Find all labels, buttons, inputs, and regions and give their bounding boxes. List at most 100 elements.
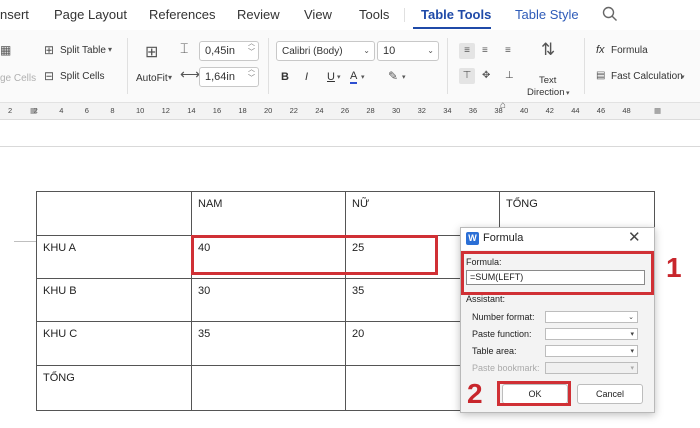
autofit-button[interactable]: AutoFit — [136, 73, 168, 84]
table-cell[interactable] — [191, 365, 346, 411]
ruler-tick-label: 36 — [468, 106, 478, 115]
step-number-1: 1 — [666, 252, 682, 283]
ruler-tick-label: 30 — [392, 106, 401, 115]
split-cells-icon: ⊟ — [44, 69, 55, 83]
menu-insert[interactable]: nsert — [0, 7, 29, 22]
table-area-label: Table area: — [472, 346, 517, 356]
dialog-titlebar[interactable]: W Formula ✕ — [461, 228, 654, 250]
table-cell[interactable]: NAM — [191, 191, 346, 236]
col-width-field[interactable]: 1,64in ︿ ﹀ — [199, 65, 259, 87]
merge-cells-icon[interactable]: ▦ — [0, 44, 11, 56]
table-cell[interactable]: 30 — [191, 278, 346, 322]
stepper-icon[interactable]: ︿ ﹀ — [248, 65, 255, 83]
align-left-icon[interactable]: ≡ — [459, 43, 475, 59]
split-cells-button[interactable]: Split Cells — [60, 71, 104, 82]
assistant-label: Assistant: — [466, 294, 506, 304]
align-top-icon[interactable]: ⊤ — [459, 68, 475, 84]
calculator-icon: ▤ — [596, 70, 606, 81]
align-bottom-icon[interactable]: ⊥ — [505, 70, 514, 82]
selected-cells-highlight — [191, 235, 438, 275]
font-name-select[interactable]: Calibri (Body) ⌄ — [276, 41, 375, 61]
ribbon-toolbar: ▦ ge Cells ⊞ Split Table ▾ ⊟ Split Cells… — [0, 30, 700, 103]
bold-button[interactable]: B — [281, 71, 289, 83]
ruler-tick-label: 14 — [187, 106, 196, 115]
table-cell[interactable]: KHU B — [36, 278, 192, 322]
tab-table-tools[interactable]: Table Tools — [421, 7, 491, 22]
page-gap — [0, 120, 700, 148]
ruler-tick-label: 6 — [84, 106, 89, 115]
group-divider — [584, 38, 585, 94]
ruler-tick-label: 46 — [596, 106, 606, 115]
chevron-down-icon: ▾ — [630, 365, 634, 372]
table-area-select[interactable]: ▾ — [545, 345, 638, 357]
number-format-label: Number format: — [472, 312, 535, 322]
chevron-down-icon: ▾ — [630, 348, 634, 355]
col-width-icon: ⟷ — [180, 66, 201, 82]
font-name-value: Calibri (Body) — [282, 46, 343, 57]
close-icon[interactable]: ✕ — [628, 230, 641, 246]
ruler-tick-label: 16 — [212, 106, 222, 115]
search-icon[interactable] — [602, 6, 618, 27]
table-cell[interactable]: KHU C — [36, 321, 192, 366]
row-height-value: 0,45in — [205, 45, 235, 57]
tab-table-style[interactable]: Table Style — [515, 7, 579, 22]
column-marker-icon[interactable]: ⌂ — [500, 100, 506, 111]
menu-view[interactable]: View — [304, 7, 332, 22]
align-middle-icon[interactable]: ✥ — [482, 70, 490, 82]
font-color-button[interactable]: A — [350, 70, 358, 84]
font-size-value: 10 — [383, 45, 396, 57]
ruler-tick-label: 4 — [59, 106, 64, 115]
ruler-tick-label: 40 — [520, 106, 529, 115]
dialog-title: Formula — [483, 232, 524, 244]
font-size-select[interactable]: 10 ⌄ — [377, 41, 439, 61]
highlighter-icon[interactable]: ✎ — [388, 70, 398, 82]
ruler-indent-marker[interactable]: ▦ — [30, 106, 37, 115]
ruler-tick-label: 22 — [289, 106, 298, 115]
table-cell[interactable]: TỔNG — [36, 365, 192, 411]
ruler-tick-label: 12 — [161, 106, 170, 115]
split-table-button[interactable]: Split Table — [60, 45, 106, 56]
align-center-icon[interactable]: ≡ — [482, 45, 488, 57]
menu-divider — [404, 8, 405, 22]
horizontal-ruler[interactable]: 2 2 4 6 8 10 12 14 16 18 20 22 24 26 28 30 32 34 36 38 40 42 4… — [0, 100, 700, 120]
chevron-down-icon: ▾ — [337, 74, 341, 81]
ruler-indent-marker[interactable]: ▦ — [654, 106, 661, 115]
formula-button[interactable]: Formula — [611, 45, 648, 56]
ruler-tick-label: 26 — [340, 106, 350, 115]
table-cell[interactable] — [36, 191, 192, 236]
ruler-tick-label: 28 — [366, 106, 375, 115]
menu-tools[interactable]: Tools — [359, 7, 389, 22]
table-cell[interactable]: 35 — [191, 321, 346, 366]
stepper-icon[interactable]: ︿ ﹀ — [248, 39, 255, 57]
underline-button[interactable]: U — [327, 71, 335, 83]
ruler-tick-label: 10 — [136, 106, 145, 115]
menu-page-layout[interactable]: Page Layout — [54, 7, 127, 22]
active-tab-indicator — [413, 27, 491, 29]
fx-icon: fx — [596, 44, 605, 56]
chevron-down-icon: ⌄ — [363, 46, 370, 55]
text-direction-label-2[interactable]: Direction — [527, 87, 565, 98]
cancel-button[interactable]: Cancel — [577, 384, 643, 404]
chevron-down-icon: ▾ — [566, 90, 570, 97]
paste-function-select[interactable]: ▾ — [545, 328, 638, 340]
chevron-down-icon: ▾ — [108, 45, 113, 54]
ruler-tick-label: 44 — [571, 106, 580, 115]
italic-button[interactable]: I — [305, 71, 308, 83]
page-edge — [0, 146, 700, 147]
autofit-chevron-icon: ▾ — [168, 73, 173, 82]
table-cell[interactable]: KHU A — [36, 235, 192, 279]
chevron-down-icon: ▾ — [361, 74, 365, 81]
number-format-select[interactable]: ⌄ — [545, 311, 638, 323]
menu-references[interactable]: References — [149, 7, 215, 22]
menu-review[interactable]: Review — [237, 7, 280, 22]
chevron-down-icon: ⌄ — [427, 46, 434, 55]
row-height-field[interactable]: 0,45in ︿ ﹀ — [199, 39, 259, 61]
text-direction-icon: ⇅ — [541, 40, 556, 59]
ruler-tick-label: 34 — [443, 106, 452, 115]
text-direction-label-1[interactable]: Text — [539, 75, 556, 86]
group-divider — [268, 38, 269, 94]
ruler-tick-label: 32 — [417, 106, 426, 115]
merge-cells-label[interactable]: ge Cells — [0, 73, 36, 84]
fast-calculation-button[interactable]: Fast Calculation — [611, 71, 683, 82]
align-right-icon[interactable]: ≡ — [505, 45, 511, 57]
